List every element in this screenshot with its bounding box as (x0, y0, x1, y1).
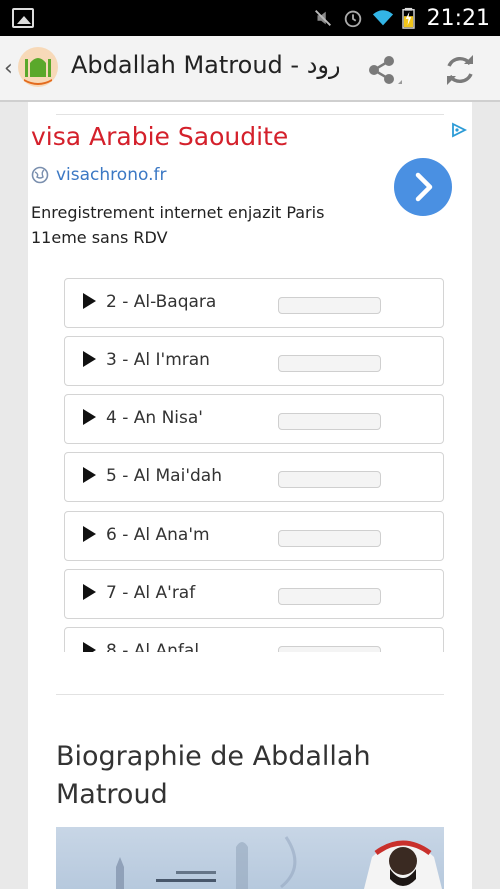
surah-item-2[interactable]: 2 - Al-Baqara (64, 278, 444, 328)
reciter-photo (364, 840, 442, 889)
surah-label: 7 - Al A'raf (106, 583, 196, 603)
progress-bar (278, 588, 381, 605)
surah-item-6[interactable]: 6 - Al Ana'm (64, 511, 444, 561)
progress-bar (278, 646, 381, 652)
battery-icon (401, 7, 415, 29)
play-icon[interactable] (83, 642, 96, 652)
mute-icon (314, 10, 331, 26)
app-logo-icon[interactable] (16, 45, 60, 89)
surah-item-4[interactable]: 4 - An Nisa' (64, 394, 444, 444)
surah-label: 5 - Al Mai'dah (106, 466, 222, 486)
divider (56, 114, 444, 115)
ad-title-link[interactable]: visa Arabie Saoudite (31, 122, 288, 151)
action-bar: ‹ Abdallah Matroud - عبدالله مطرود (0, 36, 500, 102)
surah-item-8[interactable]: 8 - Al Anfal (64, 627, 444, 652)
play-icon[interactable] (83, 584, 96, 600)
status-bar: 21:21 (0, 0, 500, 36)
surah-label: 8 - Al Anfal (106, 641, 200, 652)
play-icon[interactable] (83, 467, 96, 483)
progress-bar (278, 297, 381, 314)
surah-label: 2 - Al-Baqara (106, 292, 217, 312)
globe-icon (31, 166, 49, 184)
divider (56, 694, 444, 695)
alarm-icon (344, 10, 361, 28)
ad-open-button[interactable] (394, 158, 452, 216)
surah-item-7[interactable]: 7 - Al A'raf (64, 569, 444, 619)
surah-label: 4 - An Nisa' (106, 408, 203, 428)
progress-bar (278, 413, 381, 430)
ad-description: Enregistrement internet enjazit Paris 11… (31, 203, 325, 247)
adchoices-icon[interactable] (450, 122, 468, 138)
biography-image (56, 827, 444, 889)
progress-bar (278, 355, 381, 372)
progress-bar (278, 530, 381, 547)
surah-item-5[interactable]: 5 - Al Mai'dah (64, 452, 444, 502)
image-icon (12, 8, 34, 28)
play-icon[interactable] (83, 409, 96, 425)
back-chevron-icon[interactable]: ‹ (4, 56, 13, 81)
arrow-right-icon (415, 172, 433, 202)
surah-item-3[interactable]: 3 - Al I'mran (64, 336, 444, 386)
surah-list[interactable]: 2 - Al-Baqara 3 - Al I'mran 4 - An Nisa'… (64, 278, 444, 652)
status-icons: 21:21 (312, 0, 490, 36)
biography-heading: Biographie de Abdallah Matroud (56, 741, 371, 810)
clock: 21:21 (426, 5, 490, 31)
play-icon[interactable] (83, 351, 96, 367)
surah-label: 6 - Al Ana'm (106, 525, 210, 545)
share-icon[interactable] (362, 50, 402, 90)
play-icon[interactable] (83, 293, 96, 309)
wifi-icon (372, 10, 393, 26)
ad-url-link[interactable]: visachrono.fr (56, 165, 166, 185)
progress-bar (278, 471, 381, 488)
play-icon[interactable] (83, 526, 96, 542)
refresh-icon[interactable] (440, 50, 480, 90)
content-panel: visa Arabie Saoudite visachrono.fr Enreg… (28, 102, 472, 889)
app-title: Abdallah Matroud - عبدالله مطرود (71, 51, 339, 79)
surah-label: 3 - Al I'mran (106, 350, 210, 370)
